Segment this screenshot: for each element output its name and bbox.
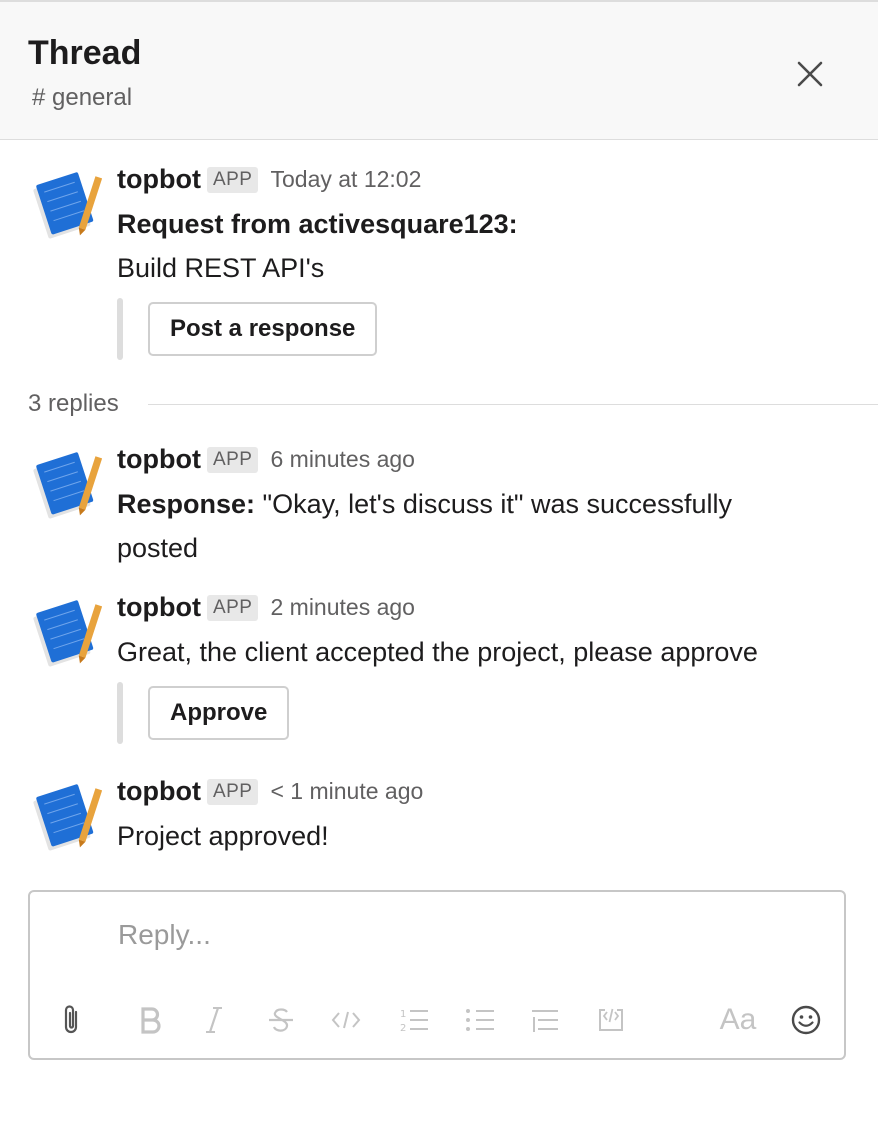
thread-title: Thread bbox=[28, 34, 142, 72]
attachment-bar bbox=[117, 298, 123, 360]
attach-button[interactable] bbox=[56, 1002, 86, 1038]
author-name[interactable]: topbot bbox=[117, 592, 201, 622]
replies-count: 3 replies bbox=[28, 390, 119, 417]
numbered-list-button[interactable]: 1 2 bbox=[396, 1002, 432, 1038]
reply-input[interactable] bbox=[116, 912, 820, 958]
bulleted-list-icon bbox=[466, 1009, 494, 1031]
response-prefix: Response: bbox=[117, 489, 256, 519]
indent-icon bbox=[532, 1010, 558, 1032]
author-name[interactable]: topbot bbox=[117, 444, 201, 474]
italic-icon bbox=[206, 1007, 222, 1033]
post-response-button[interactable]: Post a response bbox=[148, 302, 378, 356]
timestamp[interactable]: < 1 minute ago bbox=[270, 778, 423, 804]
app-badge: APP bbox=[206, 446, 259, 473]
bulleted-list-button[interactable] bbox=[462, 1002, 498, 1038]
message-line: posted bbox=[117, 533, 199, 563]
divider bbox=[148, 404, 878, 405]
avatar[interactable] bbox=[30, 448, 102, 520]
italic-button[interactable] bbox=[198, 1002, 230, 1038]
avatar[interactable] bbox=[30, 780, 102, 852]
message-line: Request from activesquare123: bbox=[117, 209, 518, 239]
channel-name[interactable]: # general bbox=[32, 84, 132, 112]
app-badge: APP bbox=[206, 778, 259, 805]
message-header: topbot APP < 1 minute ago bbox=[117, 776, 423, 807]
numbered-list-icon: 1 2 bbox=[400, 1009, 428, 1034]
message-header: topbot APP 6 minutes ago bbox=[117, 444, 415, 475]
code-button[interactable] bbox=[328, 1002, 364, 1038]
strikethrough-button[interactable] bbox=[264, 1002, 298, 1038]
format-toggle-icon: Aa bbox=[719, 1003, 757, 1036]
avatar[interactable] bbox=[30, 596, 102, 668]
approve-button[interactable]: Approve bbox=[148, 686, 290, 740]
message-header: topbot APP Today at 12:02 bbox=[117, 164, 421, 195]
timestamp[interactable]: 6 minutes ago bbox=[270, 446, 414, 472]
message-line: Response: "Okay, let's discuss it" was s… bbox=[117, 489, 732, 520]
emoji-button[interactable] bbox=[788, 1002, 824, 1038]
timestamp[interactable]: Today at 12:02 bbox=[270, 166, 421, 192]
svg-text:1: 1 bbox=[400, 1009, 406, 1020]
close-button[interactable] bbox=[790, 54, 830, 94]
code-icon bbox=[331, 1011, 361, 1029]
response-text: "Okay, let's discuss it" was successfull… bbox=[255, 489, 733, 519]
thread-header: Thread # general bbox=[0, 0, 878, 140]
paperclip-icon bbox=[64, 1005, 78, 1034]
message-line: Project approved! bbox=[117, 821, 329, 851]
svg-text:2: 2 bbox=[400, 1023, 406, 1034]
close-icon bbox=[797, 61, 823, 87]
message-line: Build REST API's bbox=[117, 253, 325, 283]
message-header: topbot APP 2 minutes ago bbox=[117, 592, 415, 623]
app-badge: APP bbox=[206, 594, 259, 621]
avatar[interactable] bbox=[30, 168, 102, 240]
app-badge: APP bbox=[206, 166, 259, 193]
attachment-bar bbox=[117, 682, 123, 744]
emoji-icon bbox=[791, 1005, 821, 1035]
format-toggle-button[interactable]: Aa bbox=[716, 1002, 760, 1038]
timestamp[interactable]: 2 minutes ago bbox=[270, 594, 414, 620]
indent-button[interactable] bbox=[528, 1002, 562, 1038]
author-name[interactable]: topbot bbox=[117, 164, 201, 194]
code-block-button[interactable] bbox=[594, 1002, 628, 1038]
code-block-icon bbox=[599, 1008, 623, 1031]
author-name[interactable]: topbot bbox=[117, 776, 201, 806]
message-line: Great, the client accepted the project, … bbox=[117, 637, 758, 667]
strikethrough-icon bbox=[269, 1008, 293, 1032]
reply-composer: 1 2 Aa bbox=[28, 890, 846, 1060]
bold-button[interactable] bbox=[134, 1002, 166, 1038]
bold-icon bbox=[141, 1007, 161, 1034]
